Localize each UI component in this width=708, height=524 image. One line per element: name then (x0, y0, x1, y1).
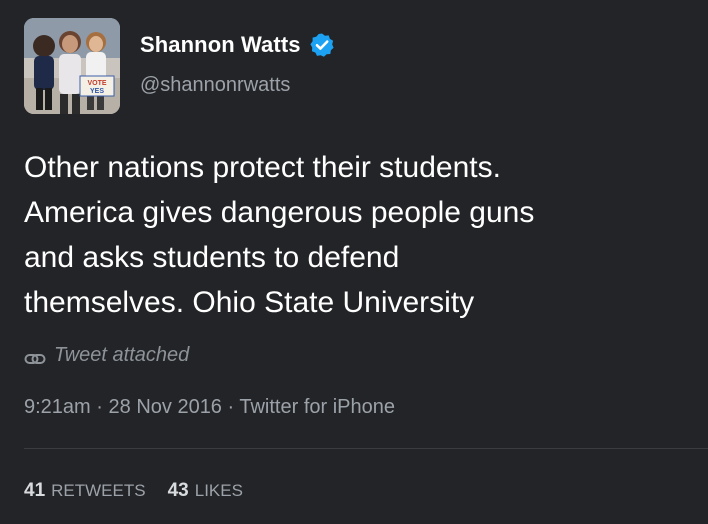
avatar-photo: VOTE YES (24, 18, 120, 114)
verified-badge-icon (309, 32, 335, 58)
meta-separator: · (96, 396, 103, 418)
attachment-label: Tweet attached (54, 344, 190, 366)
meta-separator: · (227, 396, 235, 418)
name-row: Shannon Watts (140, 32, 335, 58)
tweet-date[interactable]: 28 Nov 2016 (109, 396, 222, 418)
likes-label: LIKES (194, 481, 243, 500)
tweet-stats: 41 RETWEETS 43 LIKES (24, 480, 265, 502)
display-name[interactable]: Shannon Watts (140, 32, 301, 58)
retweets-count: 41 (24, 480, 46, 501)
tweet-text: Other nations protect their students. Am… (24, 151, 535, 319)
retweets-label: RETWEETS (51, 481, 146, 500)
user-handle[interactable]: @shannonrwatts (140, 74, 290, 97)
divider (24, 448, 708, 449)
avatar-sign-text-2: YES (90, 88, 104, 95)
likes-count: 43 (167, 480, 189, 501)
tweet-attached-link[interactable]: Tweet attached (24, 344, 189, 367)
avatar-sign-text-1: VOTE (87, 80, 106, 87)
tweet-source[interactable]: Twitter for iPhone (239, 396, 395, 418)
tweet-time[interactable]: 9:21am (24, 396, 91, 418)
avatar[interactable]: VOTE YES (24, 18, 120, 114)
likes-stat[interactable]: 43 LIKES (168, 480, 243, 502)
link-icon (24, 349, 46, 364)
tweet-meta: 9:21am · 28 Nov 2016 · Twitter for iPhon… (24, 396, 395, 419)
tweet-card: VOTE YES Shannon Watts @shannonrwatts Ot… (0, 0, 708, 524)
retweets-stat[interactable]: 41 RETWEETS (24, 480, 146, 502)
